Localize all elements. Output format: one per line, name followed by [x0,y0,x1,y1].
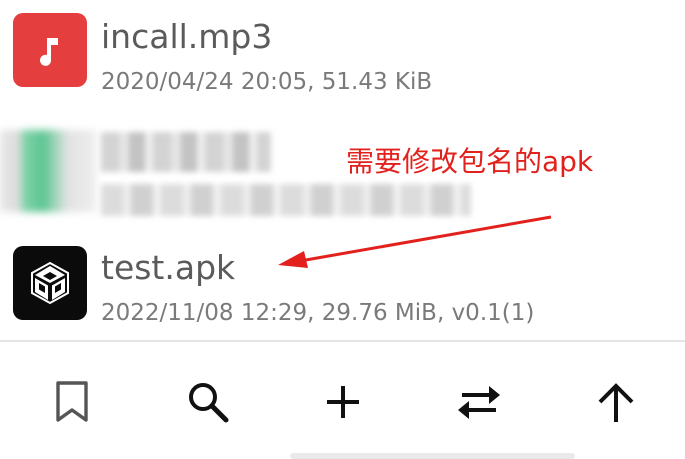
search-icon [189,383,229,423]
blurred-file-icon [0,130,96,212]
search-button[interactable] [178,372,238,432]
swap-icon [458,386,500,419]
file-list-item-incall[interactable]: incall.mp3 2020/04/24 20:05, 51.43 KiB [0,0,685,110]
plus-icon [327,386,359,418]
file-meta: 2022/11/08 12:29, 29.76 MiB, v0.1(1) [101,300,535,326]
bottom-toolbar [0,342,685,459]
add-button[interactable] [313,372,373,432]
file-meta: 2020/04/24 20:05, 51.43 KiB [101,69,433,95]
bookmark-icon [56,381,88,422]
music-note-icon [13,13,87,87]
annotation-label: 需要修改包名的apk [346,145,594,178]
file-name: test.apk [101,248,236,287]
file-name: incall.mp3 [101,17,273,56]
blurred-file-name [101,132,271,172]
home-indicator [290,453,575,459]
file-manager-screen: incall.mp3 2020/04/24 20:05, 51.43 KiB 需… [0,0,685,459]
file-list-item-test-apk[interactable]: test.apk 2022/11/08 12:29, 29.76 MiB, v0… [0,228,685,338]
swap-button[interactable] [449,372,509,432]
arrow-up-icon [598,383,634,422]
unity-logo-icon [13,246,87,320]
bookmark-button[interactable] [42,372,102,432]
up-directory-button[interactable] [586,372,646,432]
